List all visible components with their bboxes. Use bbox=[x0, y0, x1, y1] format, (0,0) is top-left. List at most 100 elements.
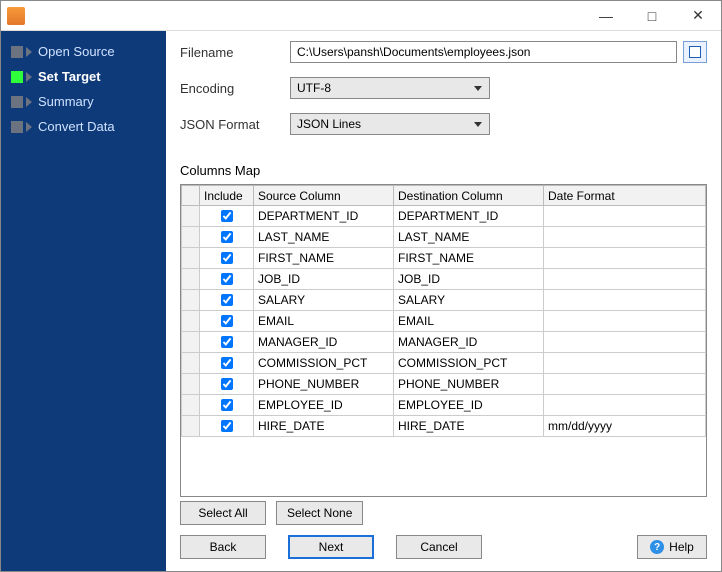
filename-label: Filename bbox=[180, 45, 290, 60]
row-header bbox=[182, 374, 200, 395]
dateformat-cell[interactable] bbox=[544, 227, 706, 248]
destination-cell[interactable]: PHONE_NUMBER bbox=[394, 374, 544, 395]
nav-item-label: Open Source bbox=[38, 44, 115, 59]
table-row[interactable]: EMAILEMAIL bbox=[182, 311, 706, 332]
table-row[interactable]: DEPARTMENT_IDDEPARTMENT_ID bbox=[182, 206, 706, 227]
dateformat-cell[interactable] bbox=[544, 332, 706, 353]
filename-input[interactable] bbox=[290, 41, 677, 63]
nav-item-label: Convert Data bbox=[38, 119, 115, 134]
grid-corner bbox=[182, 186, 200, 206]
row-header bbox=[182, 416, 200, 437]
table-row[interactable]: EMPLOYEE_IDEMPLOYEE_ID bbox=[182, 395, 706, 416]
include-checkbox[interactable] bbox=[221, 420, 233, 432]
encoding-select[interactable]: UTF-8 bbox=[290, 77, 490, 99]
next-button[interactable]: Next bbox=[288, 535, 374, 559]
source-cell[interactable]: HIRE_DATE bbox=[254, 416, 394, 437]
help-button-label: Help bbox=[669, 540, 694, 554]
destination-cell[interactable]: FIRST_NAME bbox=[394, 248, 544, 269]
source-cell[interactable]: FIRST_NAME bbox=[254, 248, 394, 269]
include-checkbox[interactable] bbox=[221, 252, 233, 264]
source-cell[interactable]: SALARY bbox=[254, 290, 394, 311]
include-checkbox[interactable] bbox=[221, 315, 233, 327]
col-dateformat-header[interactable]: Date Format bbox=[544, 186, 706, 206]
chevron-right-icon bbox=[26, 47, 32, 57]
destination-cell[interactable]: SALARY bbox=[394, 290, 544, 311]
destination-cell[interactable]: MANAGER_ID bbox=[394, 332, 544, 353]
table-row[interactable]: JOB_IDJOB_ID bbox=[182, 269, 706, 290]
row-header bbox=[182, 227, 200, 248]
back-button[interactable]: Back bbox=[180, 535, 266, 559]
dateformat-cell[interactable]: mm/dd/yyyy bbox=[544, 416, 706, 437]
table-row[interactable]: LAST_NAMELAST_NAME bbox=[182, 227, 706, 248]
source-cell[interactable]: EMAIL bbox=[254, 311, 394, 332]
dateformat-cell[interactable] bbox=[544, 374, 706, 395]
include-checkbox[interactable] bbox=[221, 378, 233, 390]
nav-box-icon bbox=[11, 71, 23, 83]
destination-cell[interactable]: LAST_NAME bbox=[394, 227, 544, 248]
dateformat-cell[interactable] bbox=[544, 353, 706, 374]
help-icon: ? bbox=[650, 540, 664, 554]
destination-cell[interactable]: DEPARTMENT_ID bbox=[394, 206, 544, 227]
dateformat-cell[interactable] bbox=[544, 290, 706, 311]
nav-item-open-source[interactable]: Open Source bbox=[7, 39, 160, 64]
col-source-header[interactable]: Source Column bbox=[254, 186, 394, 206]
dateformat-cell[interactable] bbox=[544, 248, 706, 269]
include-checkbox[interactable] bbox=[221, 399, 233, 411]
dateformat-cell[interactable] bbox=[544, 269, 706, 290]
minimize-button[interactable]: — bbox=[583, 1, 629, 31]
col-destination-header[interactable]: Destination Column bbox=[394, 186, 544, 206]
destination-cell[interactable]: EMAIL bbox=[394, 311, 544, 332]
include-checkbox[interactable] bbox=[221, 231, 233, 243]
source-cell[interactable]: MANAGER_ID bbox=[254, 332, 394, 353]
row-header bbox=[182, 311, 200, 332]
source-cell[interactable]: EMPLOYEE_ID bbox=[254, 395, 394, 416]
source-cell[interactable]: DEPARTMENT_ID bbox=[254, 206, 394, 227]
include-checkbox[interactable] bbox=[221, 357, 233, 369]
include-checkbox[interactable] bbox=[221, 273, 233, 285]
columns-map-label: Columns Map bbox=[180, 163, 707, 178]
col-include-header[interactable]: Include bbox=[200, 186, 254, 206]
include-checkbox[interactable] bbox=[221, 336, 233, 348]
json-format-select[interactable]: JSON Lines bbox=[290, 113, 490, 135]
table-row[interactable]: PHONE_NUMBERPHONE_NUMBER bbox=[182, 374, 706, 395]
maximize-button[interactable]: □ bbox=[629, 1, 675, 31]
destination-cell[interactable]: COMMISSION_PCT bbox=[394, 353, 544, 374]
row-header bbox=[182, 332, 200, 353]
destination-cell[interactable]: JOB_ID bbox=[394, 269, 544, 290]
nav-box-icon bbox=[11, 46, 23, 58]
row-header bbox=[182, 206, 200, 227]
include-checkbox[interactable] bbox=[221, 294, 233, 306]
chevron-right-icon bbox=[26, 122, 32, 132]
table-row[interactable]: COMMISSION_PCTCOMMISSION_PCT bbox=[182, 353, 706, 374]
dateformat-cell[interactable] bbox=[544, 311, 706, 332]
cancel-button[interactable]: Cancel bbox=[396, 535, 482, 559]
source-cell[interactable]: JOB_ID bbox=[254, 269, 394, 290]
source-cell[interactable]: LAST_NAME bbox=[254, 227, 394, 248]
destination-cell[interactable]: EMPLOYEE_ID bbox=[394, 395, 544, 416]
table-row[interactable]: SALARYSALARY bbox=[182, 290, 706, 311]
select-none-button[interactable]: Select None bbox=[276, 501, 363, 525]
select-all-button[interactable]: Select All bbox=[180, 501, 266, 525]
chevron-right-icon bbox=[26, 72, 32, 82]
include-checkbox[interactable] bbox=[221, 210, 233, 222]
destination-cell[interactable]: HIRE_DATE bbox=[394, 416, 544, 437]
row-header bbox=[182, 353, 200, 374]
nav-item-convert-data[interactable]: Convert Data bbox=[7, 114, 160, 139]
columns-grid[interactable]: Include Source Column Destination Column… bbox=[180, 184, 707, 497]
table-row[interactable]: HIRE_DATEHIRE_DATEmm/dd/yyyy bbox=[182, 416, 706, 437]
dateformat-cell[interactable] bbox=[544, 206, 706, 227]
browse-icon bbox=[689, 46, 701, 58]
source-cell[interactable]: PHONE_NUMBER bbox=[254, 374, 394, 395]
browse-button[interactable] bbox=[683, 41, 707, 63]
help-button[interactable]: ? Help bbox=[637, 535, 707, 559]
nav-item-set-target[interactable]: Set Target bbox=[7, 64, 160, 89]
table-row[interactable]: MANAGER_IDMANAGER_ID bbox=[182, 332, 706, 353]
source-cell[interactable]: COMMISSION_PCT bbox=[254, 353, 394, 374]
encoding-label: Encoding bbox=[180, 81, 290, 96]
titlebar: — □ ✕ bbox=[1, 1, 721, 31]
close-button[interactable]: ✕ bbox=[675, 1, 721, 31]
nav-item-summary[interactable]: Summary bbox=[7, 89, 160, 114]
table-row[interactable]: FIRST_NAMEFIRST_NAME bbox=[182, 248, 706, 269]
row-header bbox=[182, 395, 200, 416]
dateformat-cell[interactable] bbox=[544, 395, 706, 416]
